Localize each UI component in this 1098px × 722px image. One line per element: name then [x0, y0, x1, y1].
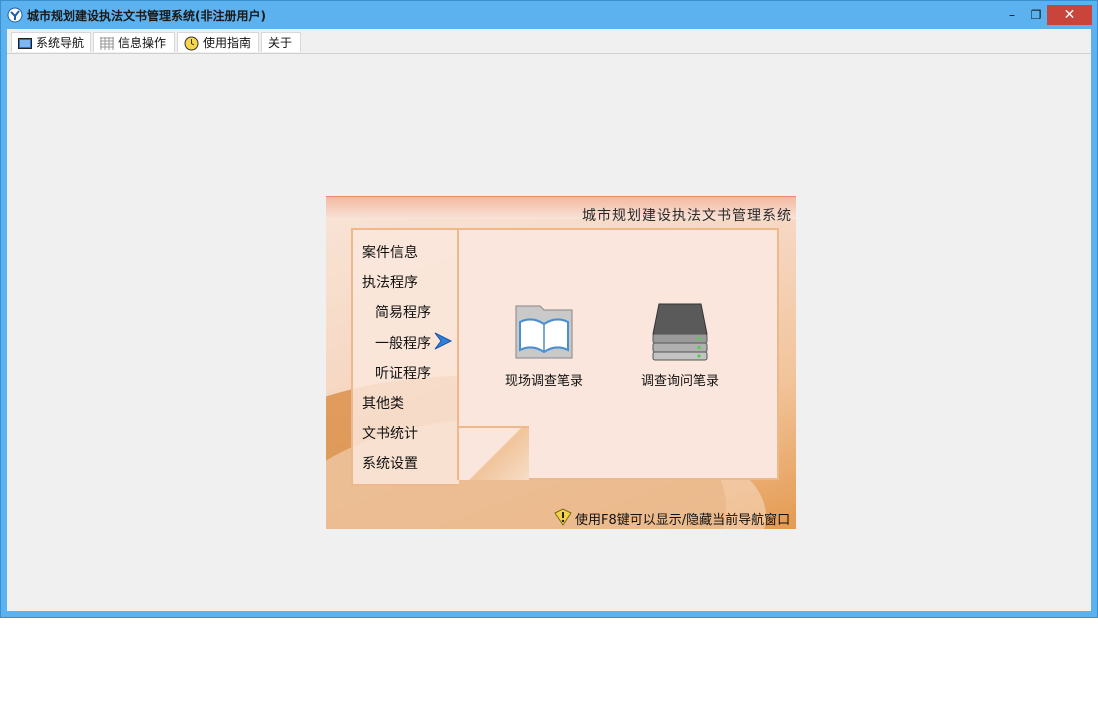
panel-title: 城市规划建设执法文书管理系统 [582, 208, 792, 224]
hint-icon [554, 508, 572, 526]
menu-enforcement-procedure[interactable]: 执法程序 [362, 272, 418, 292]
tab-system-nav[interactable]: 系统导航 [11, 32, 91, 52]
nav-menu [351, 228, 459, 486]
selected-arrow-icon [434, 332, 453, 350]
launcher-site-investigation[interactable]: 现场调查笔录 [496, 300, 592, 389]
title-bar[interactable]: 城市规划建设执法文书管理系统(非注册用户) – ❐ ✕ [1, 1, 1097, 29]
grid-icon [100, 37, 114, 50]
window-title: 城市规划建设执法文书管理系统(非注册用户) [27, 9, 266, 23]
launcher-label: 现场调查笔录 [504, 374, 583, 389]
book-icon [515, 305, 573, 359]
monitor-icon [18, 37, 32, 49]
menu-simple-procedure[interactable]: 简易程序 [375, 302, 431, 322]
menu-document-stats[interactable]: 文书统计 [362, 423, 418, 443]
app-logo-icon [7, 7, 23, 23]
tab-label: 信息操作 [118, 36, 167, 50]
tab-about[interactable]: 关于 [261, 32, 301, 52]
clock-icon [184, 36, 199, 51]
navigation-panel: 城市规划建设执法文书管理系统 案件信息 执法程序 简易程序 一般程序 听证程序 … [326, 196, 796, 529]
tab-label: 使用指南 [203, 36, 252, 50]
app-window: 城市规划建设执法文书管理系统(非注册用户) – ❐ ✕ 系统导航 信息操作 使用… [0, 0, 1098, 618]
tab-label: 关于 [268, 36, 293, 50]
tab-bar: 系统导航 信息操作 使用指南 关于 [7, 29, 1091, 54]
drive-icon [652, 303, 708, 361]
tab-label: 系统导航 [36, 36, 85, 50]
menu-general-procedure[interactable]: 一般程序 [375, 333, 431, 353]
close-button[interactable]: ✕ [1047, 5, 1092, 25]
tab-info-ops[interactable]: 信息操作 [93, 32, 175, 52]
menu-other[interactable]: 其他类 [362, 393, 404, 413]
panel-header: 城市规划建设执法文书管理系统 [326, 196, 796, 224]
launcher-label: 调查询问笔录 [640, 374, 719, 389]
menu-hearing-procedure[interactable]: 听证程序 [375, 363, 431, 383]
hint-text: 使用F8键可以显示/隐藏当前导航窗口 [575, 513, 791, 528]
minimize-button[interactable]: – [999, 5, 1025, 25]
launcher-inquiry-record[interactable]: 调查询问笔录 [632, 300, 728, 389]
page-fold [459, 426, 529, 480]
menu-case-info[interactable]: 案件信息 [362, 242, 418, 262]
menu-system-settings[interactable]: 系统设置 [362, 453, 418, 473]
tab-user-guide[interactable]: 使用指南 [177, 32, 259, 52]
restore-button[interactable]: ❐ [1025, 5, 1047, 25]
client-area: 系统导航 信息操作 使用指南 关于 城市规划建设执法文书管理系统 案件信息 执法… [7, 29, 1091, 611]
